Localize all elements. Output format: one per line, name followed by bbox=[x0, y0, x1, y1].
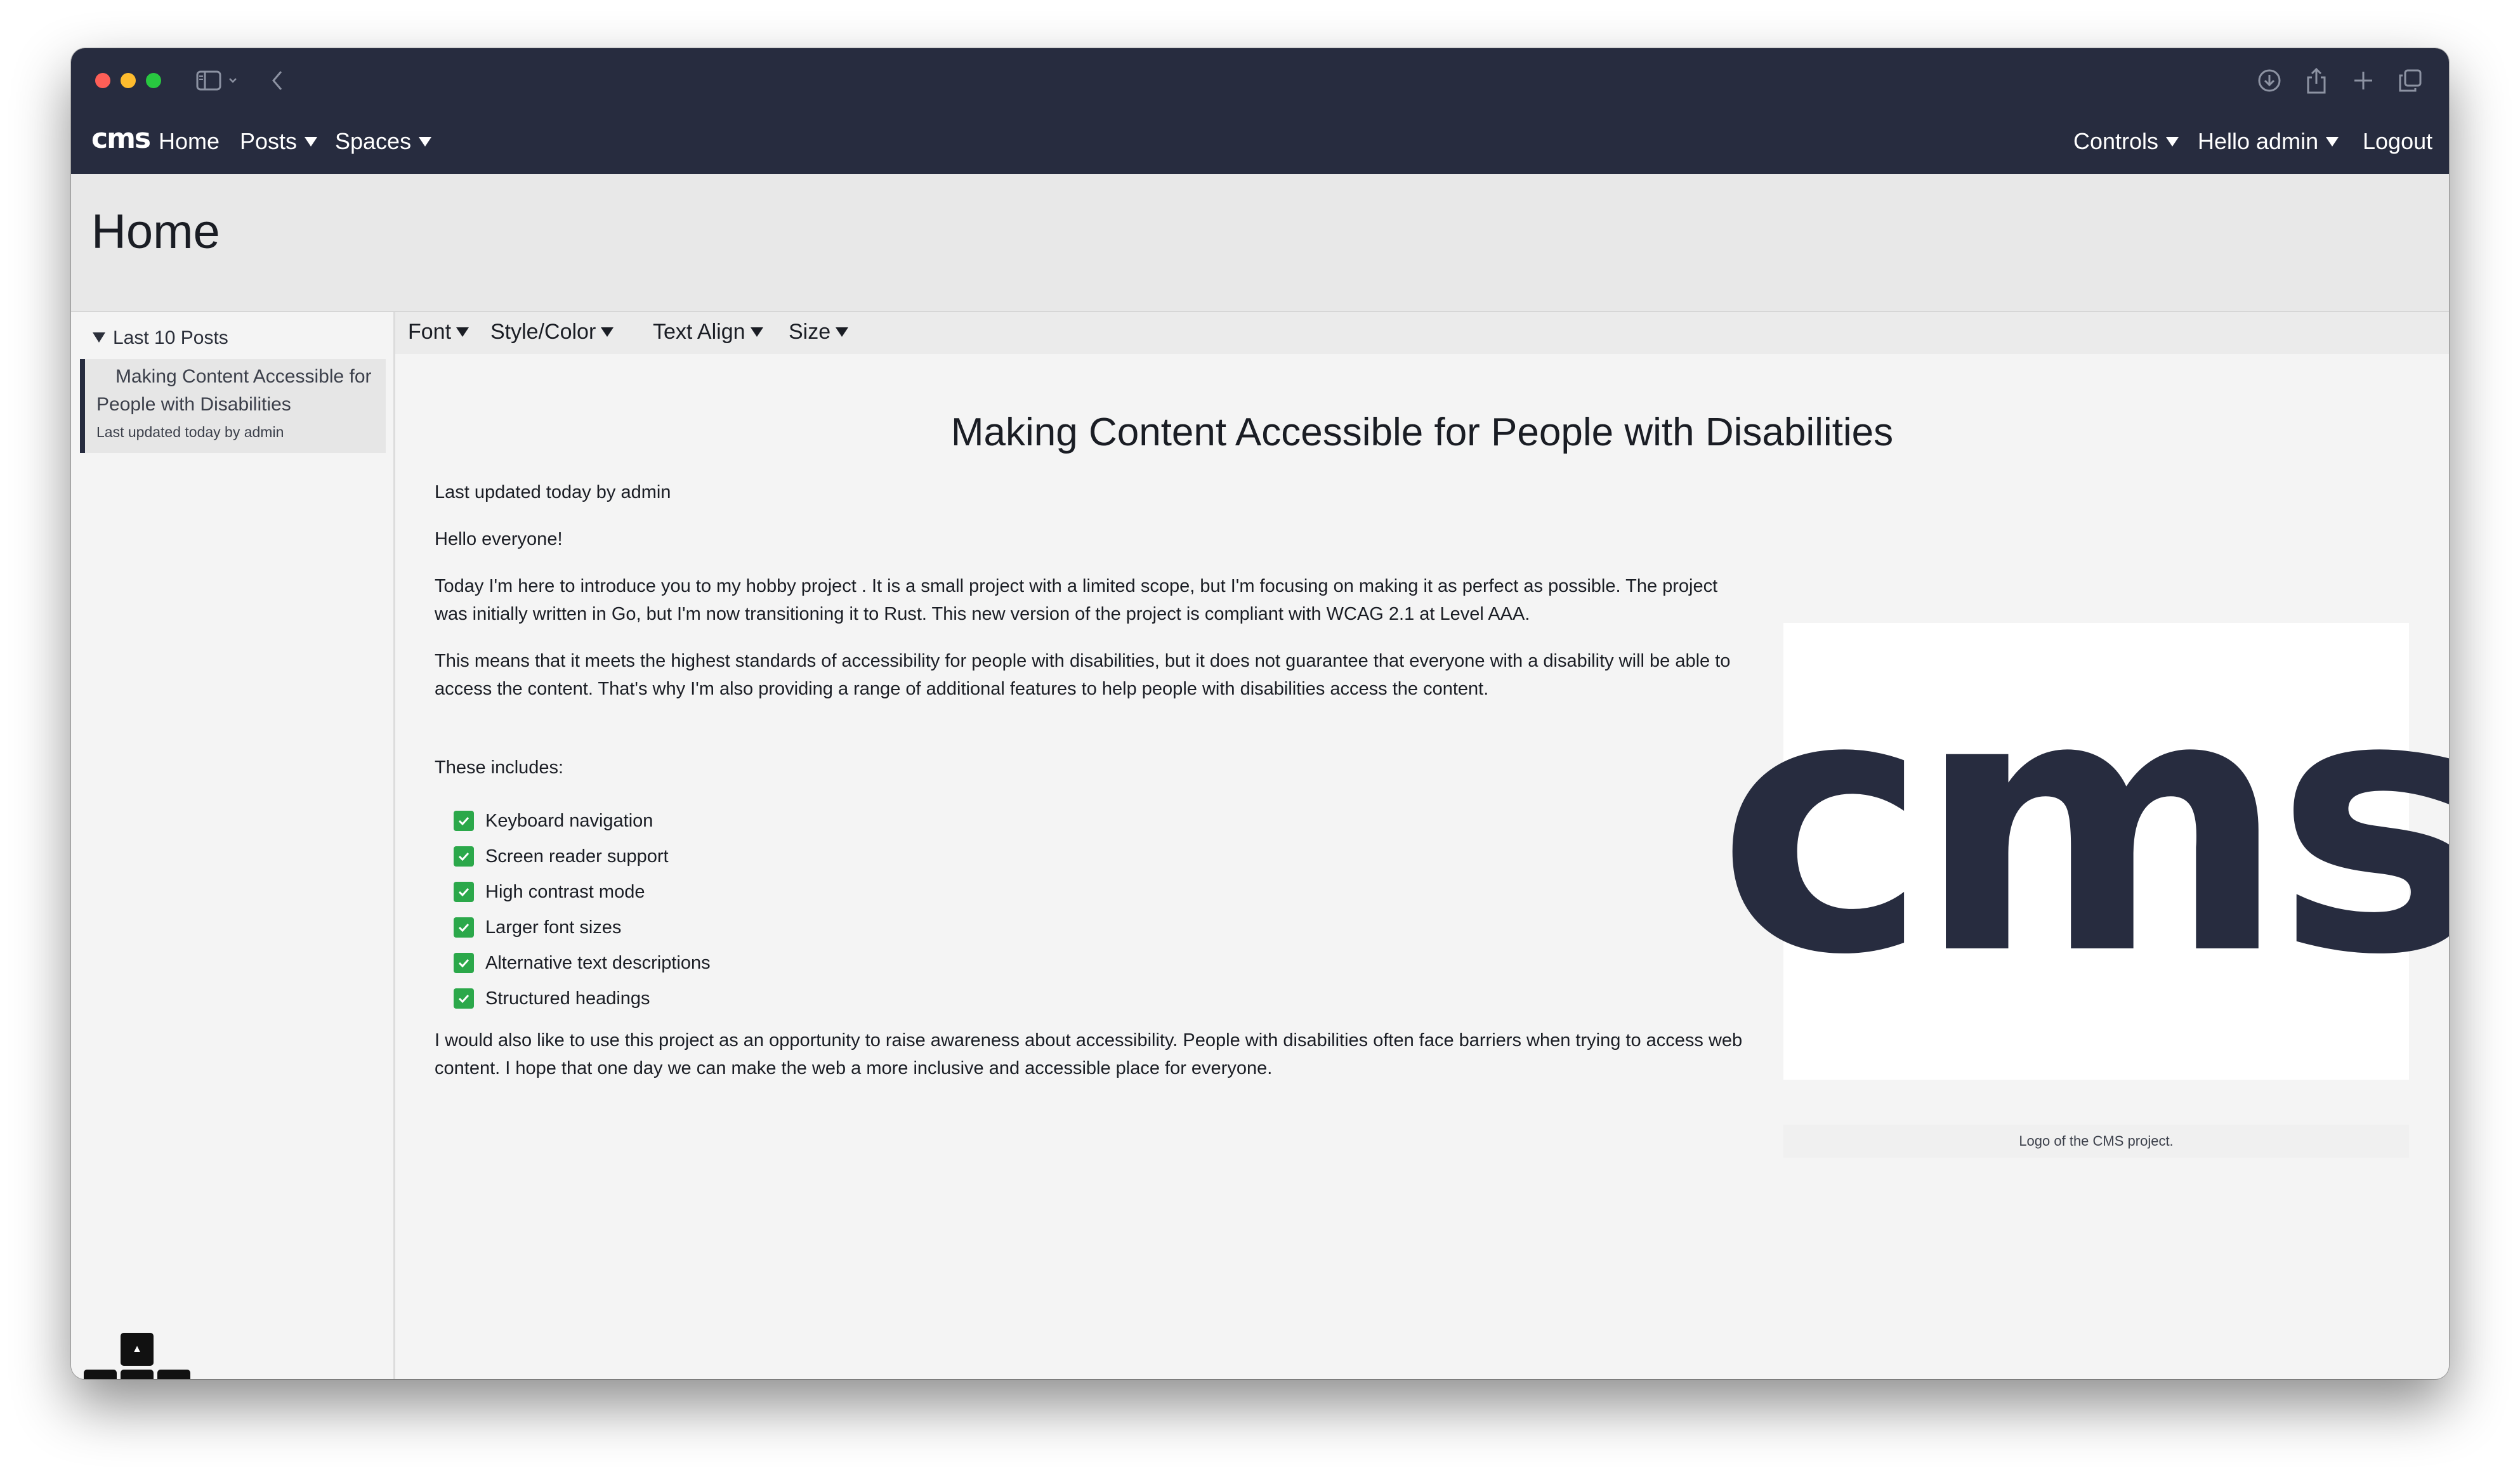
feature-label: High contrast mode bbox=[485, 882, 645, 902]
browser-titlebar bbox=[71, 48, 2449, 112]
arrow-up-key[interactable]: ▲ bbox=[121, 1333, 154, 1366]
caret-down-icon bbox=[2166, 136, 2179, 147]
style-color-dropdown[interactable]: Style/Color bbox=[490, 320, 614, 344]
nav-home-label: Home bbox=[159, 128, 220, 154]
list-item: High contrast mode bbox=[454, 874, 711, 910]
caret-down-icon bbox=[836, 327, 849, 337]
nav-posts-dropdown[interactable]: Posts bbox=[240, 127, 318, 156]
checkbox-checked-icon bbox=[454, 846, 474, 867]
last-posts-label: Last 10 Posts bbox=[113, 327, 228, 348]
zoom-window-button[interactable] bbox=[146, 73, 161, 88]
share-icon[interactable] bbox=[2300, 65, 2332, 96]
download-icon[interactable] bbox=[2254, 65, 2285, 96]
nav-posts-label: Posts bbox=[240, 128, 298, 154]
format-toolbar: Font Style/Color Text Align Size bbox=[395, 312, 2449, 354]
sidebar-post-title: Making Content Accessible for People wit… bbox=[96, 366, 372, 415]
back-icon[interactable] bbox=[261, 65, 293, 96]
checkbox-checked-icon bbox=[454, 917, 474, 938]
post-list-intro: These includes: bbox=[435, 757, 564, 778]
text-align-dropdown[interactable]: Text Align bbox=[653, 320, 763, 344]
post-paragraph-2: This means that it meets the highest sta… bbox=[435, 651, 1731, 699]
checkbox-checked-icon bbox=[454, 811, 474, 831]
sidebar: Last 10 Posts Making Content Accessible … bbox=[71, 312, 395, 1379]
post-title: Making Content Accessible for People wit… bbox=[950, 410, 1894, 454]
list-item: Keyboard navigation bbox=[454, 803, 711, 839]
sidebar-icon[interactable] bbox=[193, 65, 225, 96]
font-label: Font bbox=[408, 320, 452, 344]
list-item: Structured headings bbox=[454, 981, 711, 1016]
feature-label: Larger font sizes bbox=[485, 917, 622, 938]
list-item: Larger font sizes bbox=[454, 910, 711, 945]
nav-spaces-label: Spaces bbox=[335, 128, 412, 154]
arrow-right-key[interactable]: ► bbox=[157, 1370, 190, 1379]
font-dropdown[interactable]: Font bbox=[408, 320, 469, 344]
brand-logo[interactable]: cms bbox=[91, 124, 151, 154]
text-align-label: Text Align bbox=[653, 320, 745, 344]
cms-logo-figure: cms bbox=[1717, 623, 2449, 1080]
arrow-down-key[interactable]: ▼ bbox=[121, 1370, 154, 1379]
nav-logout-link[interactable]: Logout bbox=[2363, 127, 2432, 156]
post-paragraph-1: Today I'm here to introduce you to my ho… bbox=[435, 576, 1718, 624]
caret-down-icon bbox=[419, 136, 432, 147]
checkbox-checked-icon bbox=[454, 953, 474, 973]
nav-home-link[interactable]: Home bbox=[159, 127, 220, 156]
checkbox-checked-icon bbox=[454, 882, 474, 902]
nav-logout-label: Logout bbox=[2363, 128, 2433, 154]
feature-label: Keyboard navigation bbox=[485, 811, 653, 831]
tabs-overview-icon[interactable] bbox=[2394, 65, 2426, 96]
page-header: Home bbox=[71, 174, 2449, 312]
checkbox-checked-icon bbox=[454, 988, 474, 1009]
nav-user-label: Hello admin bbox=[2198, 128, 2319, 154]
chevron-down-icon[interactable] bbox=[223, 65, 242, 96]
caret-down-icon bbox=[456, 327, 469, 337]
caret-down-icon bbox=[2326, 136, 2339, 147]
minimize-window-button[interactable] bbox=[121, 73, 136, 88]
browser-window: cms Home Posts Spaces Controls Hello adm… bbox=[71, 48, 2449, 1379]
nav-user-dropdown[interactable]: Hello admin bbox=[2198, 127, 2339, 156]
style-color-label: Style/Color bbox=[490, 320, 596, 344]
triangle-down-icon bbox=[93, 332, 105, 343]
post-meta: Last updated today by admin bbox=[435, 482, 671, 502]
feature-label: Alternative text descriptions bbox=[485, 953, 711, 973]
sidebar-post-meta: Last updated today by admin bbox=[96, 424, 284, 440]
caret-down-icon bbox=[601, 327, 614, 337]
features-checklist: Keyboard navigation Screen reader suppor… bbox=[454, 803, 711, 1016]
size-dropdown[interactable]: Size bbox=[789, 320, 849, 344]
caret-down-icon bbox=[305, 136, 318, 147]
nav-controls-dropdown[interactable]: Controls bbox=[2073, 127, 2179, 156]
caret-down-icon bbox=[750, 327, 763, 337]
size-label: Size bbox=[789, 320, 831, 344]
main-navbar: cms Home Posts Spaces Controls Hello adm… bbox=[71, 112, 2449, 174]
sidebar-post-item[interactable]: Making Content Accessible for People wit… bbox=[80, 359, 386, 453]
feature-label: Screen reader support bbox=[485, 846, 669, 867]
post-paragraph-3: I would also like to use this project as… bbox=[435, 1030, 1743, 1078]
arrow-left-key[interactable]: ◄ bbox=[84, 1370, 117, 1379]
nav-controls-label: Controls bbox=[2073, 128, 2159, 154]
new-tab-icon[interactable] bbox=[2347, 65, 2379, 96]
arrow-keys-control: ▲ ◄ ▼ ► bbox=[84, 1333, 192, 1379]
last-posts-toggle[interactable]: Last 10 Posts bbox=[93, 327, 228, 349]
cms-logo-image: cms bbox=[1717, 619, 2449, 1033]
list-item: Alternative text descriptions bbox=[454, 945, 711, 981]
page-title: Home bbox=[91, 205, 220, 259]
close-window-button[interactable] bbox=[95, 73, 110, 88]
list-item: Screen reader support bbox=[454, 839, 711, 874]
post-content: Making Content Accessible for People wit… bbox=[395, 354, 2449, 1379]
feature-label: Structured headings bbox=[485, 988, 650, 1009]
post-greeting: Hello everyone! bbox=[435, 529, 563, 549]
figure-caption: Logo of the CMS project. bbox=[1783, 1125, 2409, 1158]
nav-spaces-dropdown[interactable]: Spaces bbox=[335, 127, 432, 156]
